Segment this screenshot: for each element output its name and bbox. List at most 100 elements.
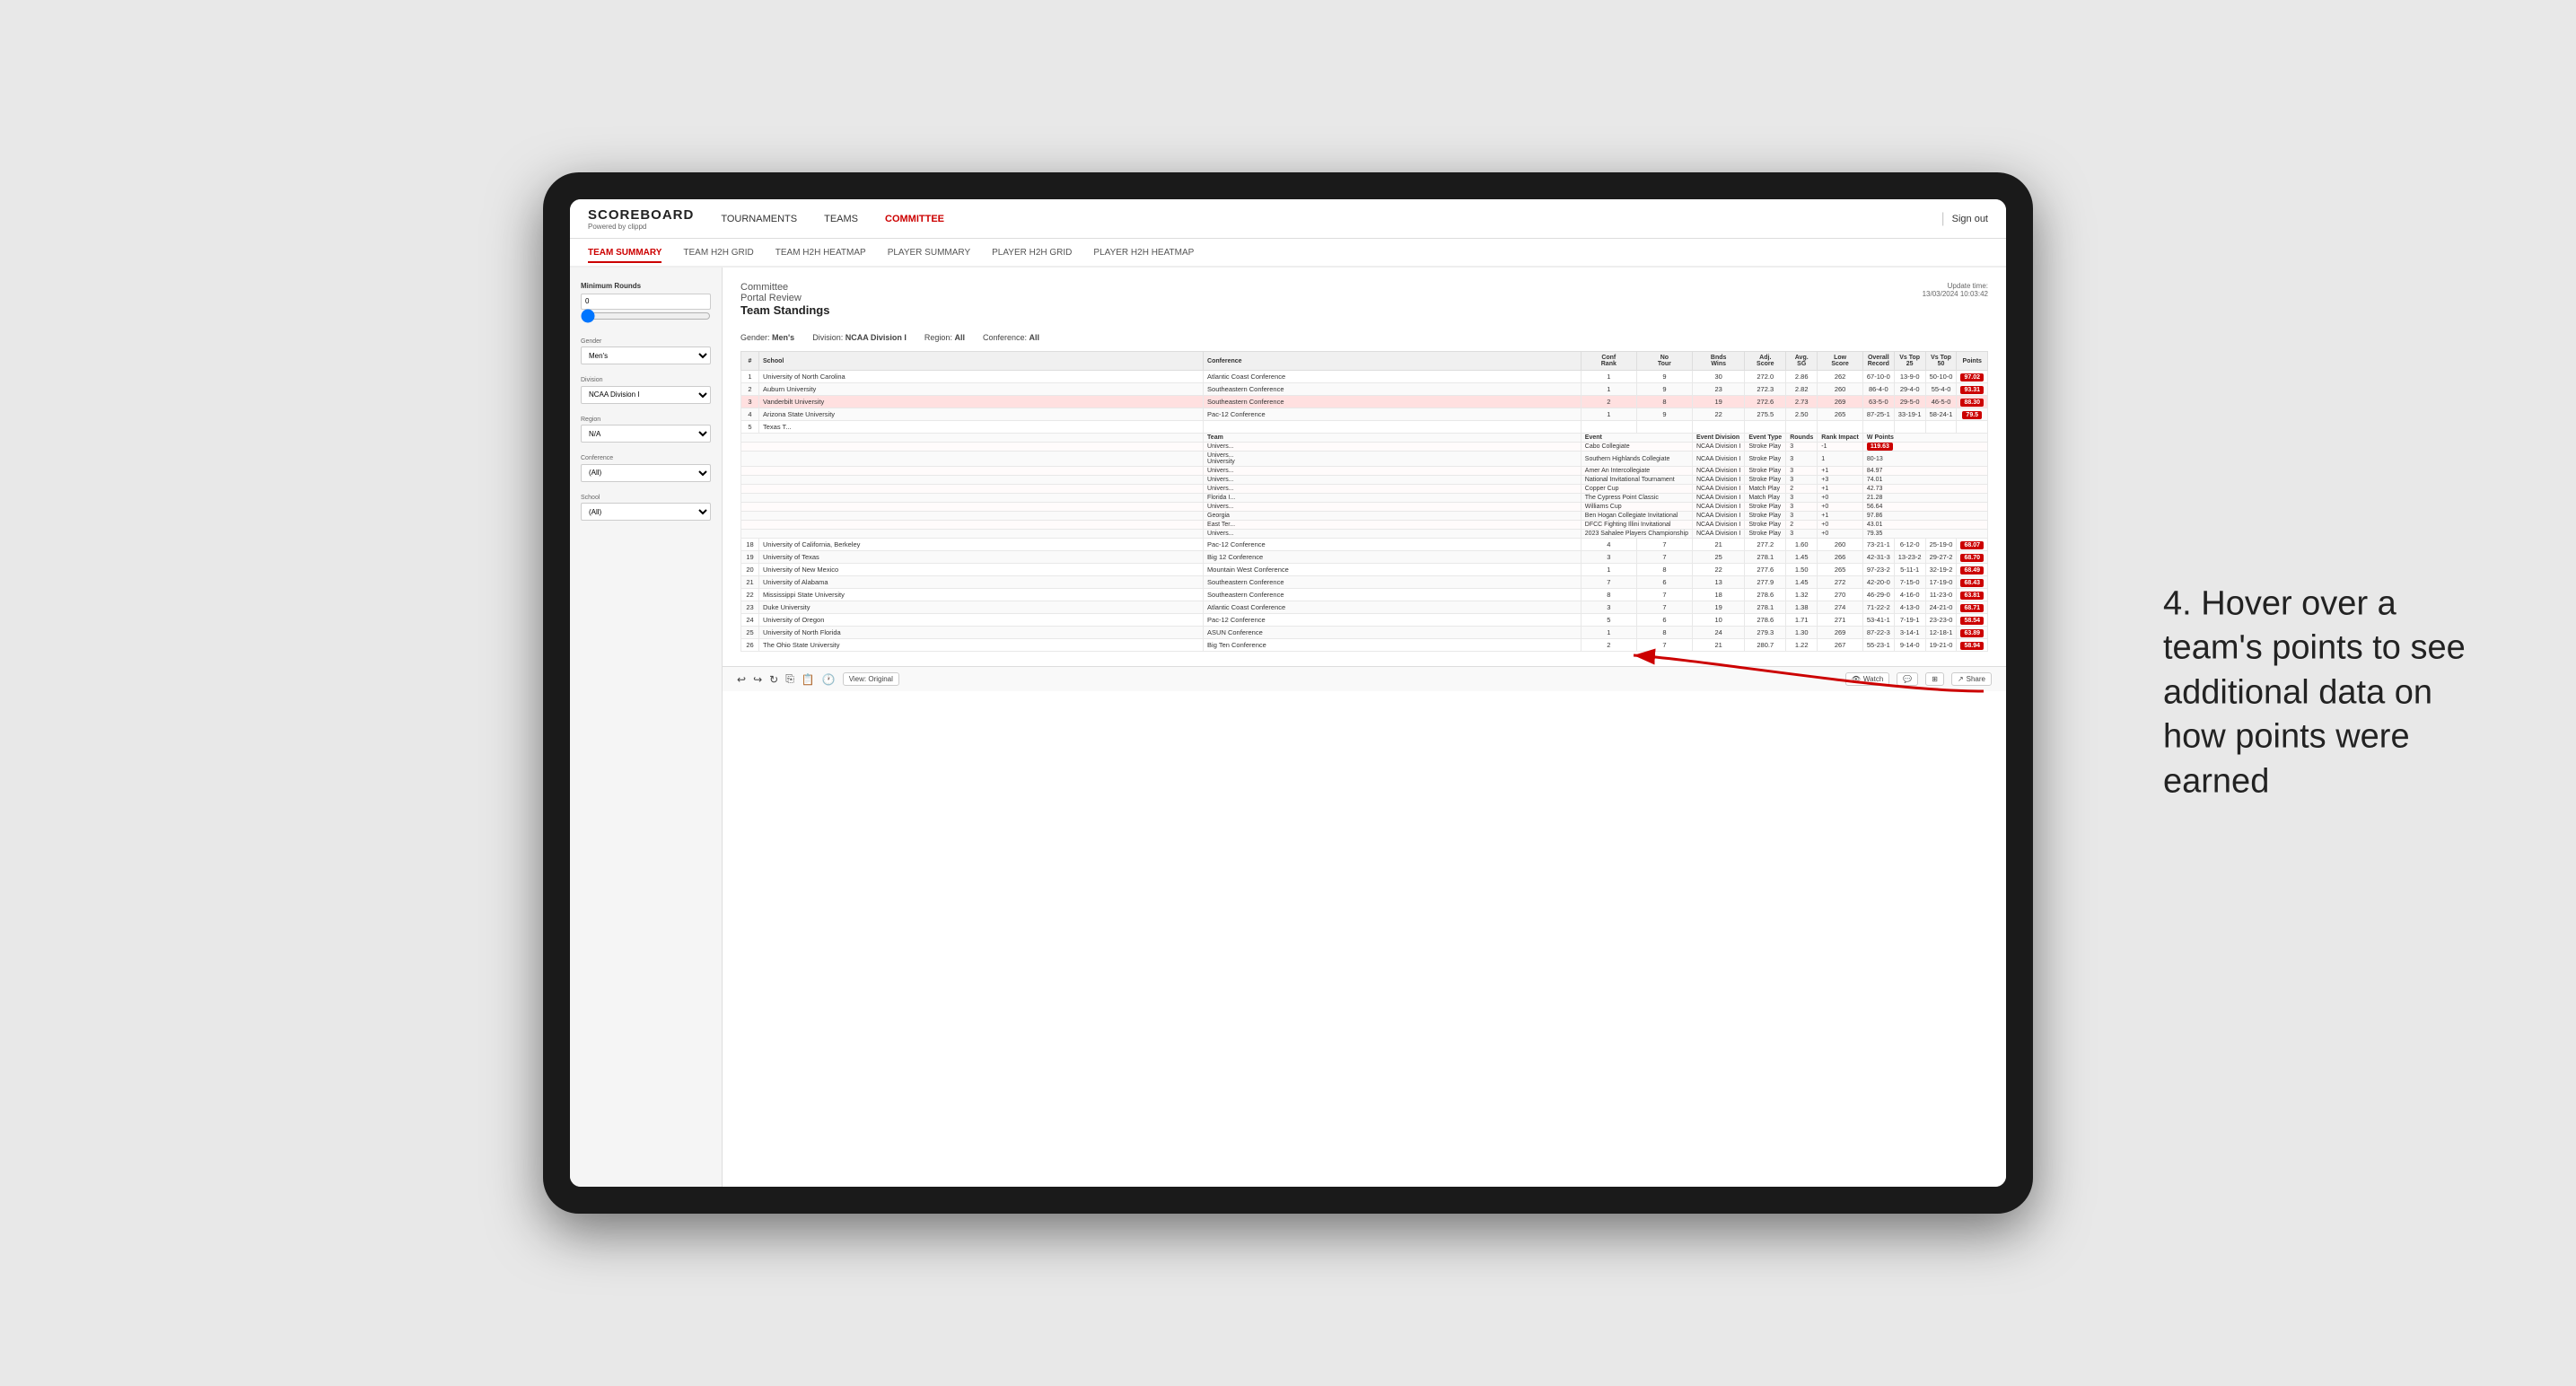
sub-nav: TEAM SUMMARY TEAM H2H GRID TEAM H2H HEAT… <box>570 239 2006 268</box>
sidebar-rounds-slider[interactable] <box>581 311 711 321</box>
sign-out-link[interactable]: Sign out <box>1952 214 1988 224</box>
col-points: Points <box>1957 352 1988 371</box>
sidebar-conference-select[interactable]: (All) <box>581 464 711 482</box>
col-conference: Conference <box>1204 352 1582 371</box>
report-container: Committee Portal Review Team Standings U… <box>723 268 2006 666</box>
points-badge[interactable]: 68.71 <box>1960 604 1984 612</box>
points-badge[interactable]: 93.31 <box>1960 386 1984 394</box>
clock-icon: 🕐 <box>822 673 836 686</box>
sidebar-min-rounds-input[interactable] <box>581 294 711 310</box>
report-area: Committee Portal Review Team Standings U… <box>723 268 2006 1187</box>
table-row: 19 University of Texas Big 12 Conference… <box>741 551 1988 564</box>
table-row: 24 University of Oregon Pac-12 Conferenc… <box>741 614 1988 627</box>
col-low-score: LowScore <box>1818 352 1863 371</box>
sidebar-gender-label: Gender <box>581 338 711 345</box>
points-badge-highlighted[interactable]: 88.30 <box>1960 399 1984 407</box>
sidebar: Minimum Rounds Gender Men's Women's Divi… <box>570 268 723 1187</box>
subnav-team-h2h-grid[interactable]: TEAM H2H GRID <box>683 244 753 263</box>
points-badge[interactable]: 97.02 <box>1960 373 1984 382</box>
logo-area: SCOREBOARD Powered by clippd <box>588 207 694 231</box>
col-school: School <box>759 352 1204 371</box>
comment-button[interactable]: 💬 <box>1897 672 1918 686</box>
table-row: 2 Auburn University Southeastern Confere… <box>741 383 1988 396</box>
annotation-text: 4. Hover over a team's points to see add… <box>2163 583 2504 804</box>
toolbar-right: 👁 Watch 💬 ⊞ ↗ Share <box>1845 672 1992 686</box>
filter-region: Region: All <box>924 333 965 342</box>
points-badge[interactable]: 68.70 <box>1960 554 1984 562</box>
paste-icon[interactable]: 📋 <box>802 673 815 686</box>
sidebar-division-select[interactable]: NCAA Division I <box>581 386 711 404</box>
share-button[interactable]: ↗ Share <box>1951 672 1992 686</box>
view-label: View: Original <box>849 675 893 683</box>
standings-table: # School Conference ConfRank NoTour Bnds… <box>740 351 1988 652</box>
table-row: 22 Mississippi State University Southeas… <box>741 589 1988 601</box>
col-vs25: Vs Top25 <box>1894 352 1925 371</box>
cell-rank: 1 <box>741 371 759 383</box>
expanded-sub-row: Georgia Ben Hogan Collegiate Invitationa… <box>741 512 1988 521</box>
update-label: Update time: <box>1948 282 1988 290</box>
points-badge[interactable]: 63.89 <box>1960 629 1984 637</box>
top-nav: SCOREBOARD Powered by clippd TOURNAMENTS… <box>570 199 2006 239</box>
nav-tournaments[interactable]: TOURNAMENTS <box>721 210 797 228</box>
grid-button[interactable]: ⊞ <box>1925 672 1944 686</box>
col-bnds-wins: BndsWins <box>1692 352 1744 371</box>
points-badge[interactable]: 68.07 <box>1960 541 1984 549</box>
view-original-button[interactable]: View: Original <box>843 672 899 686</box>
share-label: Share <box>1967 675 1985 683</box>
cell-school: University of North Carolina <box>759 371 1204 383</box>
sidebar-region-section: Region N/A <box>581 417 711 443</box>
sidebar-gender-select[interactable]: Men's Women's <box>581 346 711 364</box>
watch-button[interactable]: 👁 Watch <box>1845 672 1890 686</box>
table-row: 25 University of North Florida ASUN Conf… <box>741 627 1988 639</box>
nav-links: TOURNAMENTS TEAMS COMMITTEE <box>721 210 1941 228</box>
copy-icon[interactable]: ⎘ <box>785 672 794 686</box>
subnav-player-h2h-grid[interactable]: PLAYER H2H GRID <box>992 244 1072 263</box>
col-adj-score: Adj.Score <box>1745 352 1786 371</box>
expanded-sub-row: Univers... Amer An Intercollegiate NCAA … <box>741 467 1988 476</box>
points-badge[interactable]: 68.49 <box>1960 566 1984 575</box>
nav-committee[interactable]: COMMITTEE <box>885 210 944 228</box>
expanded-sub-row: Univers... Copper Cup NCAA Division I Ma… <box>741 485 1988 494</box>
update-value: 13/03/2024 10:03:42 <box>1923 290 1988 298</box>
sidebar-school-label: School <box>581 495 711 501</box>
table-header-row: # School Conference ConfRank NoTour Bnds… <box>741 352 1988 371</box>
subnav-team-summary[interactable]: TEAM SUMMARY <box>588 244 662 263</box>
points-badge[interactable]: 79.5 <box>1962 411 1982 419</box>
update-time: Update time: 13/03/2024 10:03:42 <box>1923 282 1988 298</box>
subnav-player-h2h-heatmap[interactable]: PLAYER H2H HEATMAP <box>1093 244 1194 263</box>
expanded-sub-row: Univers... Williams Cup NCAA Division I … <box>741 503 1988 512</box>
points-badge[interactable]: 58.94 <box>1960 642 1984 650</box>
points-badge[interactable]: 58.54 <box>1960 617 1984 625</box>
subnav-team-h2h-heatmap[interactable]: TEAM H2H HEATMAP <box>775 244 866 263</box>
filter-gender: Gender: Men's <box>740 333 794 342</box>
committee-label: Committee <box>740 282 829 293</box>
sidebar-gender-section: Gender Men's Women's <box>581 338 711 365</box>
sidebar-school-select[interactable]: (All) <box>581 503 711 521</box>
col-no-tour: NoTour <box>1636 352 1692 371</box>
table-row: 18 University of California, Berkeley Pa… <box>741 539 1988 551</box>
sidebar-min-rounds-label: Minimum Rounds <box>581 282 711 290</box>
sidebar-min-rounds: Minimum Rounds <box>581 282 711 326</box>
nav-separator: | <box>1941 211 1944 227</box>
filter-division: Division: NCAA Division I <box>812 333 907 342</box>
portal-review-label: Portal Review <box>740 293 829 303</box>
table-row: 26 The Ohio State University Big Ten Con… <box>741 639 1988 652</box>
sidebar-division-section: Division NCAA Division I <box>581 377 711 404</box>
report-title-area: Committee Portal Review Team Standings <box>740 282 829 322</box>
undo-icon[interactable]: ↩ <box>737 673 746 686</box>
nav-teams[interactable]: TEAMS <box>824 210 858 228</box>
subnav-player-summary[interactable]: PLAYER SUMMARY <box>888 244 970 263</box>
expanded-sub-row: East Ter... DFCC Fighting Illini Invitat… <box>741 521 1988 530</box>
sidebar-region-select[interactable]: N/A <box>581 425 711 443</box>
logo-sub: Powered by clippd <box>588 223 694 231</box>
refresh-icon[interactable]: ↻ <box>769 673 778 686</box>
sidebar-division-label: Division <box>581 377 711 383</box>
tablet-frame: SCOREBOARD Powered by clippd TOURNAMENTS… <box>543 172 2033 1214</box>
points-badge[interactable]: 68.43 <box>1960 579 1984 587</box>
redo-icon[interactable]: ↪ <box>753 673 762 686</box>
section-heading: Team Standings <box>740 303 829 317</box>
sidebar-school-section: School (All) <box>581 495 711 522</box>
sidebar-conference-label: Conference <box>581 455 711 461</box>
col-conf-rank: ConfRank <box>1581 352 1636 371</box>
points-badge[interactable]: 63.81 <box>1960 592 1984 600</box>
